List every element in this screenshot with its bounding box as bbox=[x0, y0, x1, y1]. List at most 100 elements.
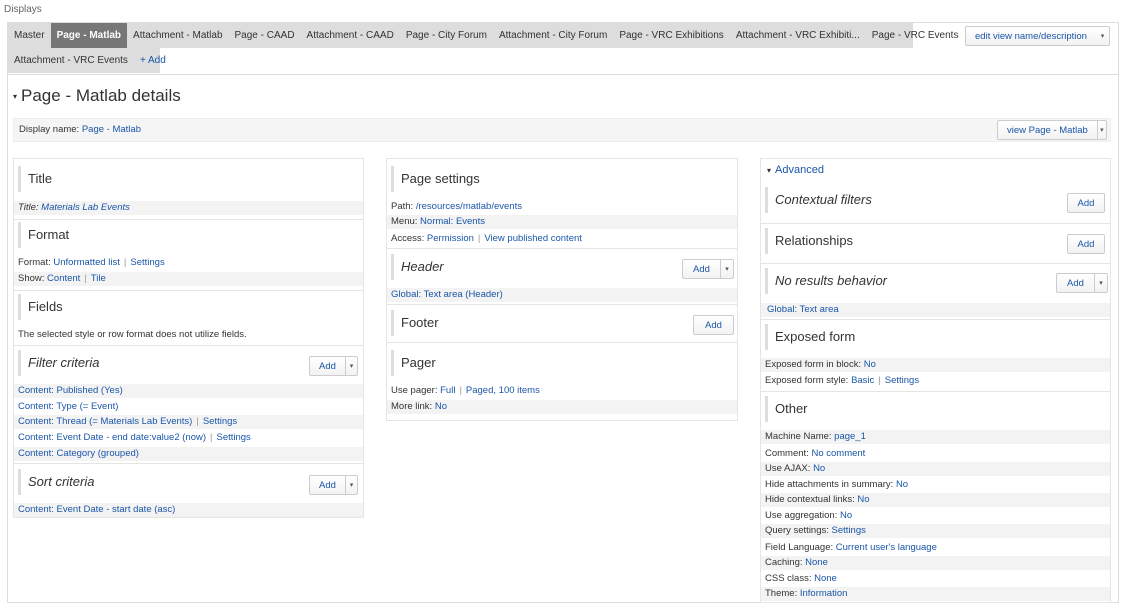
other-row-link[interactable]: No comment bbox=[811, 448, 865, 459]
filter-item-link[interactable]: Content: Event Date - end date:value2 (n… bbox=[18, 432, 206, 443]
sort-add-button[interactable]: Add ▾ bbox=[309, 475, 358, 495]
filter-add-label: Add bbox=[319, 360, 336, 372]
filter-item-link[interactable]: Content: Type (= Event) bbox=[18, 401, 118, 412]
other-row: Caching: None bbox=[761, 556, 1110, 570]
tab-master[interactable]: Master bbox=[8, 23, 51, 48]
relationships-add-button[interactable]: Add bbox=[1067, 234, 1105, 254]
menu-link[interactable]: Normal: Events bbox=[420, 216, 485, 227]
filter-item-link[interactable]: Content: Published (Yes) bbox=[18, 385, 123, 396]
filter-item-link[interactable]: Content: Thread (= Materials Lab Events) bbox=[18, 416, 192, 427]
divider bbox=[14, 463, 363, 464]
other-row-link[interactable]: No bbox=[857, 494, 869, 505]
other-row-link[interactable]: No bbox=[813, 463, 825, 474]
pager-link[interactable]: Full bbox=[440, 385, 455, 396]
section-relationships-heading: Relationships bbox=[765, 228, 853, 254]
tab-attachment-city-forum[interactable]: Attachment - City Forum bbox=[493, 23, 613, 48]
other-row: Field Language: Current user's language bbox=[765, 542, 937, 553]
add-display-tab[interactable]: + Add bbox=[134, 48, 172, 73]
other-row-link[interactable]: None bbox=[814, 573, 837, 584]
title-link[interactable]: Materials Lab Events bbox=[41, 202, 130, 213]
contextual-add-button[interactable]: Add bbox=[1067, 193, 1105, 213]
tab-page-caad[interactable]: Page - CAAD bbox=[229, 23, 301, 48]
format-label: Format: bbox=[18, 257, 51, 268]
tab-attachment-caad[interactable]: Attachment - CAAD bbox=[301, 23, 400, 48]
advanced-toggle[interactable]: ▾ Advanced bbox=[767, 164, 824, 176]
view-page-label: view Page - Matlab bbox=[1007, 124, 1088, 136]
chevron-down-icon[interactable]: ▾ bbox=[1096, 121, 1106, 139]
format-row: Format: Unformatted list | Settings bbox=[18, 257, 165, 268]
other-row-label: Caching: bbox=[765, 557, 803, 568]
other-row: Use AJAX: No bbox=[761, 462, 1110, 476]
tab-attachment-vrc-exhibitions[interactable]: Attachment - VRC Exhibiti... bbox=[730, 23, 866, 48]
more-link-value[interactable]: No bbox=[435, 401, 447, 412]
display-name: Display name: Page - Matlab bbox=[19, 124, 141, 135]
divider bbox=[761, 263, 1110, 264]
tab-page-vrc-exhibitions[interactable]: Page - VRC Exhibitions bbox=[613, 23, 730, 48]
filter-item: Content: Type (= Event) bbox=[18, 401, 118, 412]
filter-add-button[interactable]: Add ▾ bbox=[309, 356, 358, 376]
other-row-label: Query settings: bbox=[765, 525, 829, 536]
display-name-link[interactable]: Page - Matlab bbox=[82, 124, 141, 135]
exposed-block-link[interactable]: No bbox=[864, 359, 876, 370]
other-row: Machine Name: page_1 bbox=[761, 430, 1110, 444]
chevron-down-icon[interactable]: ▾ bbox=[1094, 274, 1107, 292]
chevron-down-icon[interactable]: ▾ bbox=[344, 357, 357, 375]
filter-item-link[interactable]: Content: Category (grouped) bbox=[18, 448, 139, 459]
sort-item-link[interactable]: Content: Event Date - start date (asc) bbox=[18, 504, 175, 515]
tab-row-2: Attachment - VRC Events + Add bbox=[8, 48, 166, 73]
other-row-link[interactable]: page_1 bbox=[834, 431, 866, 442]
header-add-button[interactable]: Add ▾ bbox=[682, 259, 734, 279]
other-row-label: Use aggregation: bbox=[765, 510, 838, 521]
view-page-button[interactable]: view Page - Matlab ▾ bbox=[997, 120, 1107, 140]
chevron-down-icon[interactable]: ▾ bbox=[344, 476, 357, 494]
tab-page-matlab[interactable]: Page - Matlab bbox=[50, 23, 128, 48]
filter-item: Content: Published (Yes) bbox=[14, 384, 363, 398]
tab-page-city-forum[interactable]: Page - City Forum bbox=[400, 23, 493, 48]
footer-add-button[interactable]: Add bbox=[693, 315, 734, 335]
access-link[interactable]: Permission bbox=[427, 233, 474, 244]
path-link[interactable]: /resources/matlab/events bbox=[416, 201, 522, 212]
header-item-link[interactable]: Global: Text area (Header) bbox=[391, 289, 503, 300]
other-row-link[interactable]: Settings bbox=[832, 525, 866, 536]
show-link[interactable]: Content bbox=[47, 273, 80, 284]
format-link[interactable]: Unformatted list bbox=[53, 257, 120, 268]
pager-items-link[interactable]: Paged, 100 items bbox=[466, 385, 540, 396]
no-results-item: Global: Text area bbox=[761, 303, 1110, 317]
no-results-add-button[interactable]: Add ▾ bbox=[1056, 273, 1108, 293]
section-header-heading: Header bbox=[391, 254, 444, 280]
section-pager-heading: Pager bbox=[391, 350, 436, 376]
other-row-link[interactable]: Current user's language bbox=[836, 542, 937, 553]
access-extra-link[interactable]: View published content bbox=[484, 233, 582, 244]
pager-row: Use pager: Full | Paged, 100 items bbox=[391, 385, 540, 396]
path-row: Path: /resources/matlab/events bbox=[391, 201, 522, 212]
other-row: Hide contextual links: No bbox=[761, 493, 1110, 507]
exposed-style-label: Exposed form style: bbox=[765, 375, 849, 386]
filter-item: Content: Thread (= Materials Lab Events)… bbox=[14, 415, 363, 429]
displays-label: Displays bbox=[4, 4, 42, 15]
filter-settings-link[interactable]: Settings bbox=[203, 416, 237, 427]
sort-add-label: Add bbox=[319, 479, 336, 491]
other-row-label: Theme: bbox=[765, 588, 798, 599]
other-row-link[interactable]: None bbox=[805, 557, 828, 568]
no-results-item-link[interactable]: Global: Text area bbox=[767, 304, 839, 315]
other-row-link[interactable]: No bbox=[840, 510, 852, 521]
other-row: Theme: Information bbox=[761, 587, 1110, 601]
edit-view-name-button[interactable]: edit view name/description ▾ bbox=[965, 26, 1110, 46]
section-fields-heading: Fields bbox=[18, 294, 63, 320]
filter-item: Content: Event Date - end date:value2 (n… bbox=[18, 432, 251, 443]
filter-settings-link[interactable]: Settings bbox=[216, 432, 250, 443]
show-tile-link[interactable]: Tile bbox=[91, 273, 106, 284]
tab-attachment-vrc-events[interactable]: Attachment - VRC Events bbox=[8, 48, 134, 73]
exposed-style-link[interactable]: Basic bbox=[851, 375, 874, 386]
display-name-label: Display name: bbox=[19, 124, 80, 135]
other-row-link[interactable]: Information bbox=[800, 588, 848, 599]
format-settings-link[interactable]: Settings bbox=[130, 257, 164, 268]
tab-page-vrc-events[interactable]: Page - VRC Events bbox=[866, 23, 965, 48]
collapse-triangle-icon[interactable]: ▾ bbox=[13, 92, 17, 101]
other-row-link[interactable]: No bbox=[896, 479, 908, 490]
other-row-label: Comment: bbox=[765, 448, 809, 459]
chevron-down-icon[interactable]: ▾ bbox=[720, 260, 733, 278]
exposed-style-row: Exposed form style: Basic | Settings bbox=[765, 375, 920, 386]
tab-attachment-matlab[interactable]: Attachment - Matlab bbox=[127, 23, 228, 48]
exposed-style-settings-link[interactable]: Settings bbox=[885, 375, 919, 386]
